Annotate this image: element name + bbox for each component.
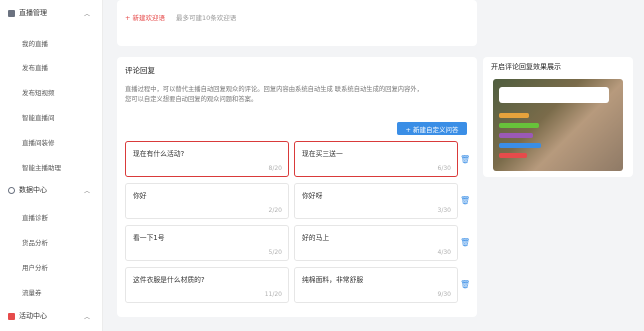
sidebar-item-my-live[interactable]: 我的直播: [22, 38, 48, 48]
preview-tag: [499, 113, 529, 118]
sidebar-item-user-analysis[interactable]: 用户分析: [22, 262, 48, 272]
sidebar-group-label: 直播管理: [19, 9, 47, 17]
trash-icon[interactable]: 🗑: [460, 196, 470, 205]
sidebar-item-smart-host-assistant[interactable]: 智能主播助理: [22, 162, 61, 172]
data-center-icon: [8, 186, 15, 194]
preview-image: [493, 79, 623, 171]
question-text: 你好: [133, 192, 147, 200]
sidebar-item-publish-live[interactable]: 发布直播: [22, 62, 48, 72]
chevron-up-icon[interactable]: ︿: [84, 186, 90, 195]
chevron-up-icon[interactable]: ︿: [84, 312, 90, 321]
char-count: 9/30: [437, 291, 451, 298]
sidebar-item-goods-analysis[interactable]: 货品分析: [22, 237, 48, 247]
char-count: 3/30: [437, 207, 451, 214]
preview-tag: [499, 133, 533, 138]
activity-center-icon: [8, 312, 15, 320]
question-text: 这件衣服是什么材质的?: [133, 276, 205, 284]
chevron-up-icon[interactable]: ︿: [84, 9, 90, 18]
preview-tag: [499, 143, 541, 148]
preview-title: 开启评论回复效果展示: [491, 63, 561, 71]
preview-chat-bubble: [499, 87, 609, 103]
sidebar-item-live-diagnosis[interactable]: 直播诊断: [22, 212, 48, 222]
answer-text: 好的马上: [302, 234, 330, 242]
char-count: 8/20: [268, 165, 282, 172]
sidebar-group-label: 数据中心: [19, 186, 47, 194]
answer-text: 纯棉面料，非常舒服: [302, 276, 364, 284]
sidebar-item-traffic-coupon[interactable]: 流量券: [22, 287, 42, 297]
preview-tag: [499, 123, 539, 128]
question-field[interactable]: 你好 2/20: [125, 183, 289, 219]
question-text: 现在有什么活动?: [133, 150, 185, 158]
answer-text: 现在买三送一: [302, 150, 343, 158]
char-count: 11/20: [264, 291, 282, 298]
answer-field[interactable]: 你好呀 3/30: [294, 183, 458, 219]
sidebar-item-live-room-decoration[interactable]: 直播间装修: [22, 137, 55, 147]
answer-field[interactable]: 好的马上 4/30: [294, 225, 458, 261]
sidebar: 直播管理 ︿ 我的直播 发布直播 发布短视频 智能直播间 直播间装修 智能主播助…: [0, 0, 103, 331]
trash-icon[interactable]: 🗑: [460, 155, 470, 164]
welcome-limit-note: 最多可建10条欢迎语: [176, 14, 237, 22]
sidebar-group-data-center[interactable]: 数据中心 ︿: [8, 183, 96, 197]
answer-field[interactable]: 现在买三送一 6/30: [294, 141, 458, 177]
question-field[interactable]: 现在有什么活动? 8/20: [125, 141, 289, 177]
live-manage-icon: [8, 9, 15, 17]
trash-icon[interactable]: 🗑: [460, 238, 470, 247]
sidebar-group-live-manage[interactable]: 直播管理 ︿: [8, 6, 96, 20]
section-title: 评论回复: [125, 66, 155, 75]
add-welcome-message-link[interactable]: + 新建欢迎语: [125, 12, 165, 22]
welcome-message-card: + 新建欢迎语 最多可建10条欢迎语: [117, 0, 477, 46]
sidebar-group-activity-center[interactable]: 活动中心 ︿: [8, 309, 96, 323]
char-count: 2/20: [268, 207, 282, 214]
trash-icon[interactable]: 🗑: [460, 280, 470, 289]
char-count: 5/20: [268, 249, 282, 256]
question-field[interactable]: 这件衣服是什么材质的? 11/20: [125, 267, 289, 303]
new-custom-qa-button[interactable]: + 新建自定义问答: [397, 122, 467, 135]
section-description: 直播过程中，可以替代主播自动回复观众的评论。回复内容由系统自动生成 联系统自动生…: [125, 86, 423, 103]
preview-tag: [499, 153, 527, 158]
char-count: 4/30: [437, 249, 451, 256]
sidebar-item-publish-short-video[interactable]: 发布短视频: [22, 87, 55, 97]
question-text: 看一下1号: [133, 234, 165, 242]
preview-card: 开启评论回复效果展示: [483, 57, 633, 177]
char-count: 6/30: [437, 165, 451, 172]
answer-field[interactable]: 纯棉面料，非常舒服 9/30: [294, 267, 458, 303]
answer-text: 你好呀: [302, 192, 323, 200]
comment-reply-card: 评论回复 直播过程中，可以替代主播自动回复观众的评论。回复内容由系统自动生成 联…: [117, 57, 477, 317]
sidebar-group-label: 活动中心: [19, 312, 47, 320]
question-field[interactable]: 看一下1号 5/20: [125, 225, 289, 261]
sidebar-item-smart-live-room[interactable]: 智能直播间: [22, 112, 55, 122]
